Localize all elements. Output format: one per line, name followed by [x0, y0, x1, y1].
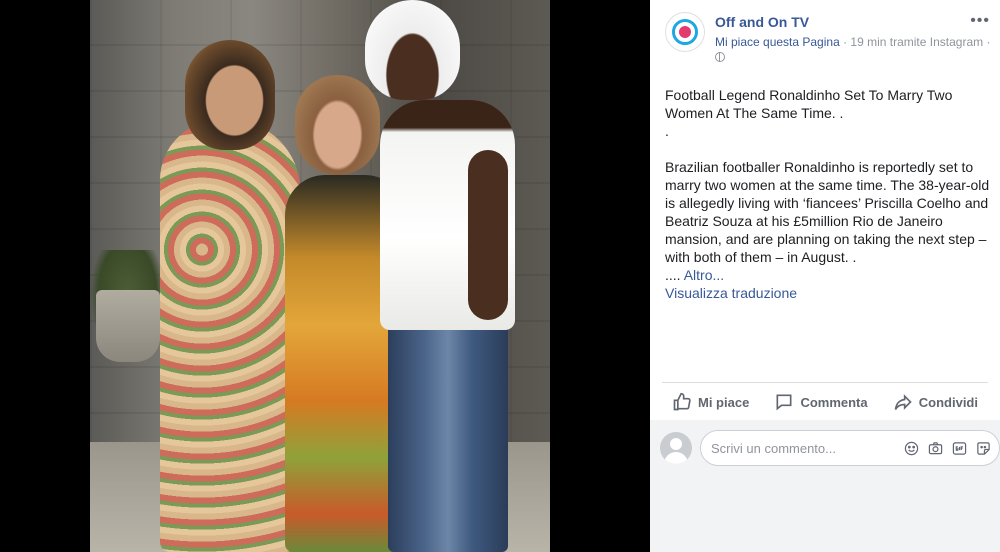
post-ellipsis: .... [665, 267, 684, 283]
page-logo-icon [672, 19, 698, 45]
thumbs-up-icon [673, 392, 691, 411]
share-button[interactable]: Condividi [883, 392, 988, 412]
comment-box[interactable] [700, 430, 1000, 466]
post-dot-line: . [665, 123, 669, 139]
photo-person-right-arm [468, 150, 508, 320]
photo-pot [96, 290, 160, 362]
post-actions: Mi piace Commenta Condividi [662, 384, 988, 420]
sticker-icon[interactable] [975, 440, 992, 457]
comment-area [650, 420, 1000, 552]
see-translation-link[interactable]: Visualizza traduzione [665, 285, 797, 301]
photo-person-middle-head [295, 75, 380, 175]
page-name-link[interactable]: Off and On TV [715, 14, 809, 30]
post-body: Brazilian footballer Ronaldinho is repor… [665, 159, 990, 265]
comment-tools [903, 440, 992, 457]
comment-button[interactable]: Commenta [764, 392, 877, 412]
like-label: Mi piace [698, 394, 750, 410]
divider [662, 382, 988, 383]
post-headline: Football Legend Ronaldinho Set To Marry … [665, 87, 953, 121]
speech-bubble-icon [776, 394, 792, 411]
post-photo[interactable] [90, 0, 550, 552]
photo-person-left [160, 120, 300, 552]
gif-icon[interactable] [951, 440, 968, 457]
share-arrow-icon [894, 394, 912, 410]
globe-icon [715, 52, 725, 62]
emoji-icon[interactable] [903, 440, 920, 457]
more-options-icon[interactable]: ••• [970, 12, 990, 30]
photo-person-right-head [365, 0, 460, 100]
post-timestamp: · 19 min tramite Instagram · [839, 35, 991, 49]
post-side-panel: Off and On TV ••• Mi piace questa Pagina… [650, 0, 1000, 552]
user-avatar [660, 432, 692, 464]
like-button[interactable]: Mi piace [662, 392, 759, 412]
like-page-link[interactable]: Mi piace questa Pagina [715, 35, 840, 49]
post-meta: Mi piace questa Pagina · 19 min tramite … [715, 35, 990, 49]
comment-label: Commenta [800, 394, 868, 410]
photo-person-left-head [185, 40, 275, 150]
share-label: Condividi [918, 394, 978, 410]
camera-icon[interactable] [927, 440, 944, 457]
page-avatar[interactable] [665, 12, 705, 52]
photo-viewer [0, 0, 650, 552]
post-text: Football Legend Ronaldinho Set To Marry … [665, 86, 995, 284]
see-more-link[interactable]: Altro... [684, 267, 724, 283]
photo-person-right-legs [388, 320, 508, 552]
comment-input[interactable] [711, 440, 891, 456]
